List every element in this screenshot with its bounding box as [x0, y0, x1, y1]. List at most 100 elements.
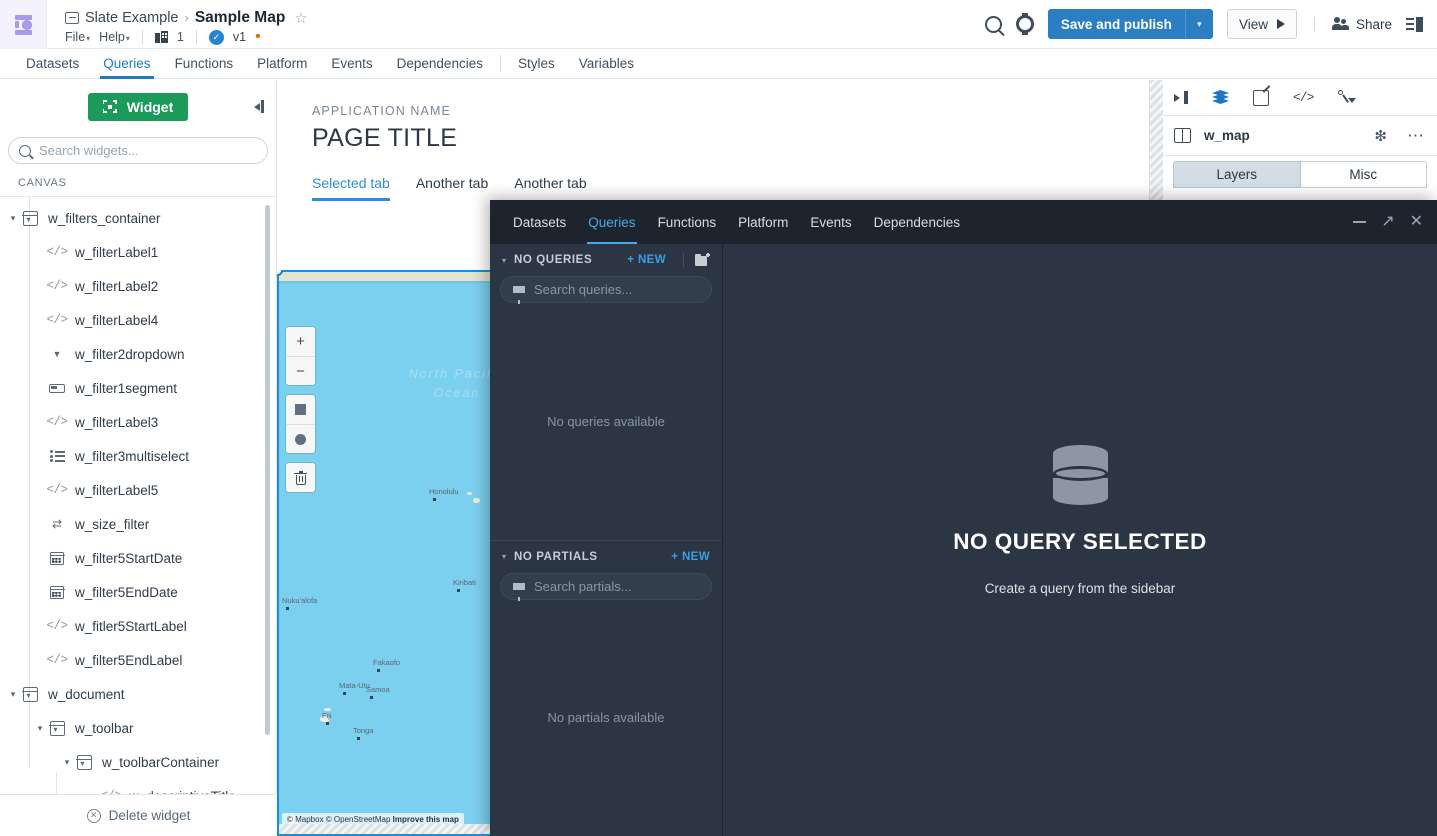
- layers-icon[interactable]: [1212, 90, 1229, 105]
- tab-platform[interactable]: Platform: [245, 49, 319, 79]
- modal-tab-platform[interactable]: Platform: [727, 200, 799, 244]
- save-and-publish-button[interactable]: Save and publish: [1047, 9, 1185, 39]
- add-widget-button[interactable]: Widget: [87, 92, 189, 121]
- zoom-in-icon[interactable]: +: [286, 327, 315, 356]
- tree-item-w_filter5EndLabel[interactable]: </> w_filter5EndLabel: [0, 643, 276, 677]
- sparkle-icon[interactable]: ❇: [1374, 127, 1387, 145]
- chevron-down-icon[interactable]: ▾: [6, 687, 20, 701]
- app-logo[interactable]: [0, 0, 47, 49]
- modal-tab-queries[interactable]: Queries: [577, 200, 646, 244]
- panel-toggle-icon[interactable]: [1174, 91, 1188, 104]
- canvas-section-label: CANVAS: [0, 171, 276, 197]
- menu-file[interactable]: File▾: [65, 30, 90, 44]
- chevron-down-icon[interactable]: ▾: [502, 256, 506, 265]
- zoom-out-icon[interactable]: −: [286, 356, 315, 385]
- search-queries-box[interactable]: [500, 276, 712, 304]
- new-partial-button[interactable]: + NEW: [671, 551, 710, 563]
- tree-scrollbar[interactable]: [265, 205, 270, 735]
- tab-datasets[interactable]: Datasets: [14, 49, 91, 79]
- tab-misc[interactable]: Misc: [1300, 161, 1427, 188]
- tree-item-w_filterLabel5[interactable]: </> w_filterLabel5: [0, 473, 276, 507]
- menu-help[interactable]: Help▾: [99, 30, 130, 44]
- tree-item-w_filter5StartDate[interactable]: w_filter5StartDate: [0, 541, 276, 575]
- tree-item-w_toolbarContainer[interactable]: ▾ w_toolbarContainer: [0, 745, 276, 779]
- tab-functions[interactable]: Functions: [163, 49, 246, 79]
- draw-control-group: [286, 395, 315, 453]
- tree-item-w_filters_container[interactable]: ▾ w_filters_container: [0, 201, 276, 235]
- tab-variables[interactable]: Variables: [567, 49, 646, 79]
- tree-item-w_fitler5StartLabel[interactable]: </> w_fitler5StartLabel: [0, 609, 276, 643]
- map-place-label: Samoa: [366, 685, 390, 694]
- tab-events[interactable]: Events: [319, 49, 384, 79]
- minimize-icon[interactable]: [1353, 221, 1367, 223]
- divider: [683, 252, 684, 268]
- draw-rectangle-icon[interactable]: [286, 395, 315, 424]
- tree-item-w_filterLabel1[interactable]: </> w_filterLabel1: [0, 235, 276, 269]
- trash-icon[interactable]: [286, 463, 315, 492]
- attribution-osm[interactable]: © OpenStreetMap: [326, 815, 391, 824]
- modal-tab-events[interactable]: Events: [799, 200, 862, 244]
- tree-item-label: w_fitler5StartLabel: [75, 618, 187, 634]
- tree-item-w_filterLabel2[interactable]: </> w_filterLabel2: [0, 269, 276, 303]
- expand-icon[interactable]: ↗: [1381, 214, 1394, 230]
- page-tab-another-1[interactable]: Another tab: [416, 175, 488, 201]
- close-icon[interactable]: ✕: [1410, 214, 1423, 230]
- gear-icon[interactable]: [1015, 15, 1034, 33]
- search-widgets-input[interactable]: [39, 143, 257, 158]
- search-queries-input[interactable]: [534, 282, 699, 297]
- modal-tab-dependencies[interactable]: Dependencies: [863, 200, 971, 244]
- tree-item-w_toolbar[interactable]: ▾ w_toolbar: [0, 711, 276, 745]
- tab-styles[interactable]: Styles: [506, 49, 567, 79]
- favorite-star-icon[interactable]: ☆: [294, 9, 307, 27]
- chevron-down-icon[interactable]: ▾: [60, 755, 74, 769]
- search-icon[interactable]: [984, 15, 1002, 33]
- chevron-down-icon[interactable]: ▾: [502, 552, 506, 561]
- tab-layers[interactable]: Layers: [1173, 161, 1301, 188]
- view-button[interactable]: View: [1226, 9, 1297, 39]
- new-folder-icon[interactable]: [695, 252, 710, 266]
- modal-tab-datasets[interactable]: Datasets: [502, 200, 577, 244]
- code-icon: </>: [46, 653, 69, 667]
- tree-item-w_document[interactable]: ▾ w_document: [0, 677, 276, 711]
- segment-icon: [47, 383, 67, 393]
- new-query-button[interactable]: + NEW: [627, 254, 666, 266]
- tree-item-w_filter1segment[interactable]: w_filter1segment: [0, 371, 276, 405]
- edit-icon[interactable]: [1253, 89, 1269, 106]
- code-icon[interactable]: </>: [1293, 90, 1314, 105]
- page-header: APPLICATION NAME PAGE TITLE: [277, 80, 1149, 153]
- delete-widget-button[interactable]: ✕ Delete widget: [0, 794, 277, 836]
- page-tab-selected[interactable]: Selected tab: [312, 175, 390, 201]
- tab-dependencies[interactable]: Dependencies: [385, 49, 495, 79]
- app-header: Slate Example › Sample Map ☆ File▾ Help▾…: [0, 0, 1437, 49]
- divider: [499, 55, 501, 72]
- collapse-panel-icon[interactable]: [251, 100, 264, 113]
- tree-item-w_filter5EndDate[interactable]: w_filter5EndDate: [0, 575, 276, 609]
- panel-toggle-icon[interactable]: [1406, 16, 1423, 32]
- tree-item-w_size_filter[interactable]: ⇄ w_size_filter: [0, 507, 276, 541]
- tree-item-w_filter2dropdown[interactable]: ▼ w_filter2dropdown: [0, 337, 276, 371]
- modal-tab-functions[interactable]: Functions: [647, 200, 728, 244]
- chevron-down-icon[interactable]: ▾: [6, 211, 20, 225]
- tree-item-w_filter3multiselect[interactable]: w_filter3multiselect: [0, 439, 276, 473]
- version-label[interactable]: v1: [233, 30, 246, 44]
- tree-item-w_filterLabel4[interactable]: </> w_filterLabel4: [0, 303, 276, 337]
- save-options-caret[interactable]: ▾: [1184, 9, 1213, 39]
- tree-item-w_filterLabel3[interactable]: </> w_filterLabel3: [0, 405, 276, 439]
- breadcrumb-parent[interactable]: Slate Example: [85, 10, 179, 26]
- tab-queries[interactable]: Queries: [91, 49, 162, 79]
- more-options-icon[interactable]: ⋯: [1407, 126, 1425, 146]
- attribution-improve[interactable]: Improve this map: [393, 815, 459, 824]
- swap-icon: ⇄: [51, 517, 63, 531]
- share-button[interactable]: Share: [1331, 17, 1392, 32]
- draw-circle-icon[interactable]: [286, 424, 315, 453]
- search-partials-input[interactable]: [534, 578, 699, 594]
- search-widgets-box[interactable]: [8, 137, 268, 164]
- page-tab-another-2[interactable]: Another tab: [514, 175, 586, 201]
- branch-icon[interactable]: [1337, 90, 1357, 105]
- chevron-down-icon[interactable]: ▾: [33, 721, 47, 735]
- search-partials-box[interactable]: [500, 572, 712, 601]
- attribution-mapbox[interactable]: © Mapbox: [287, 815, 324, 824]
